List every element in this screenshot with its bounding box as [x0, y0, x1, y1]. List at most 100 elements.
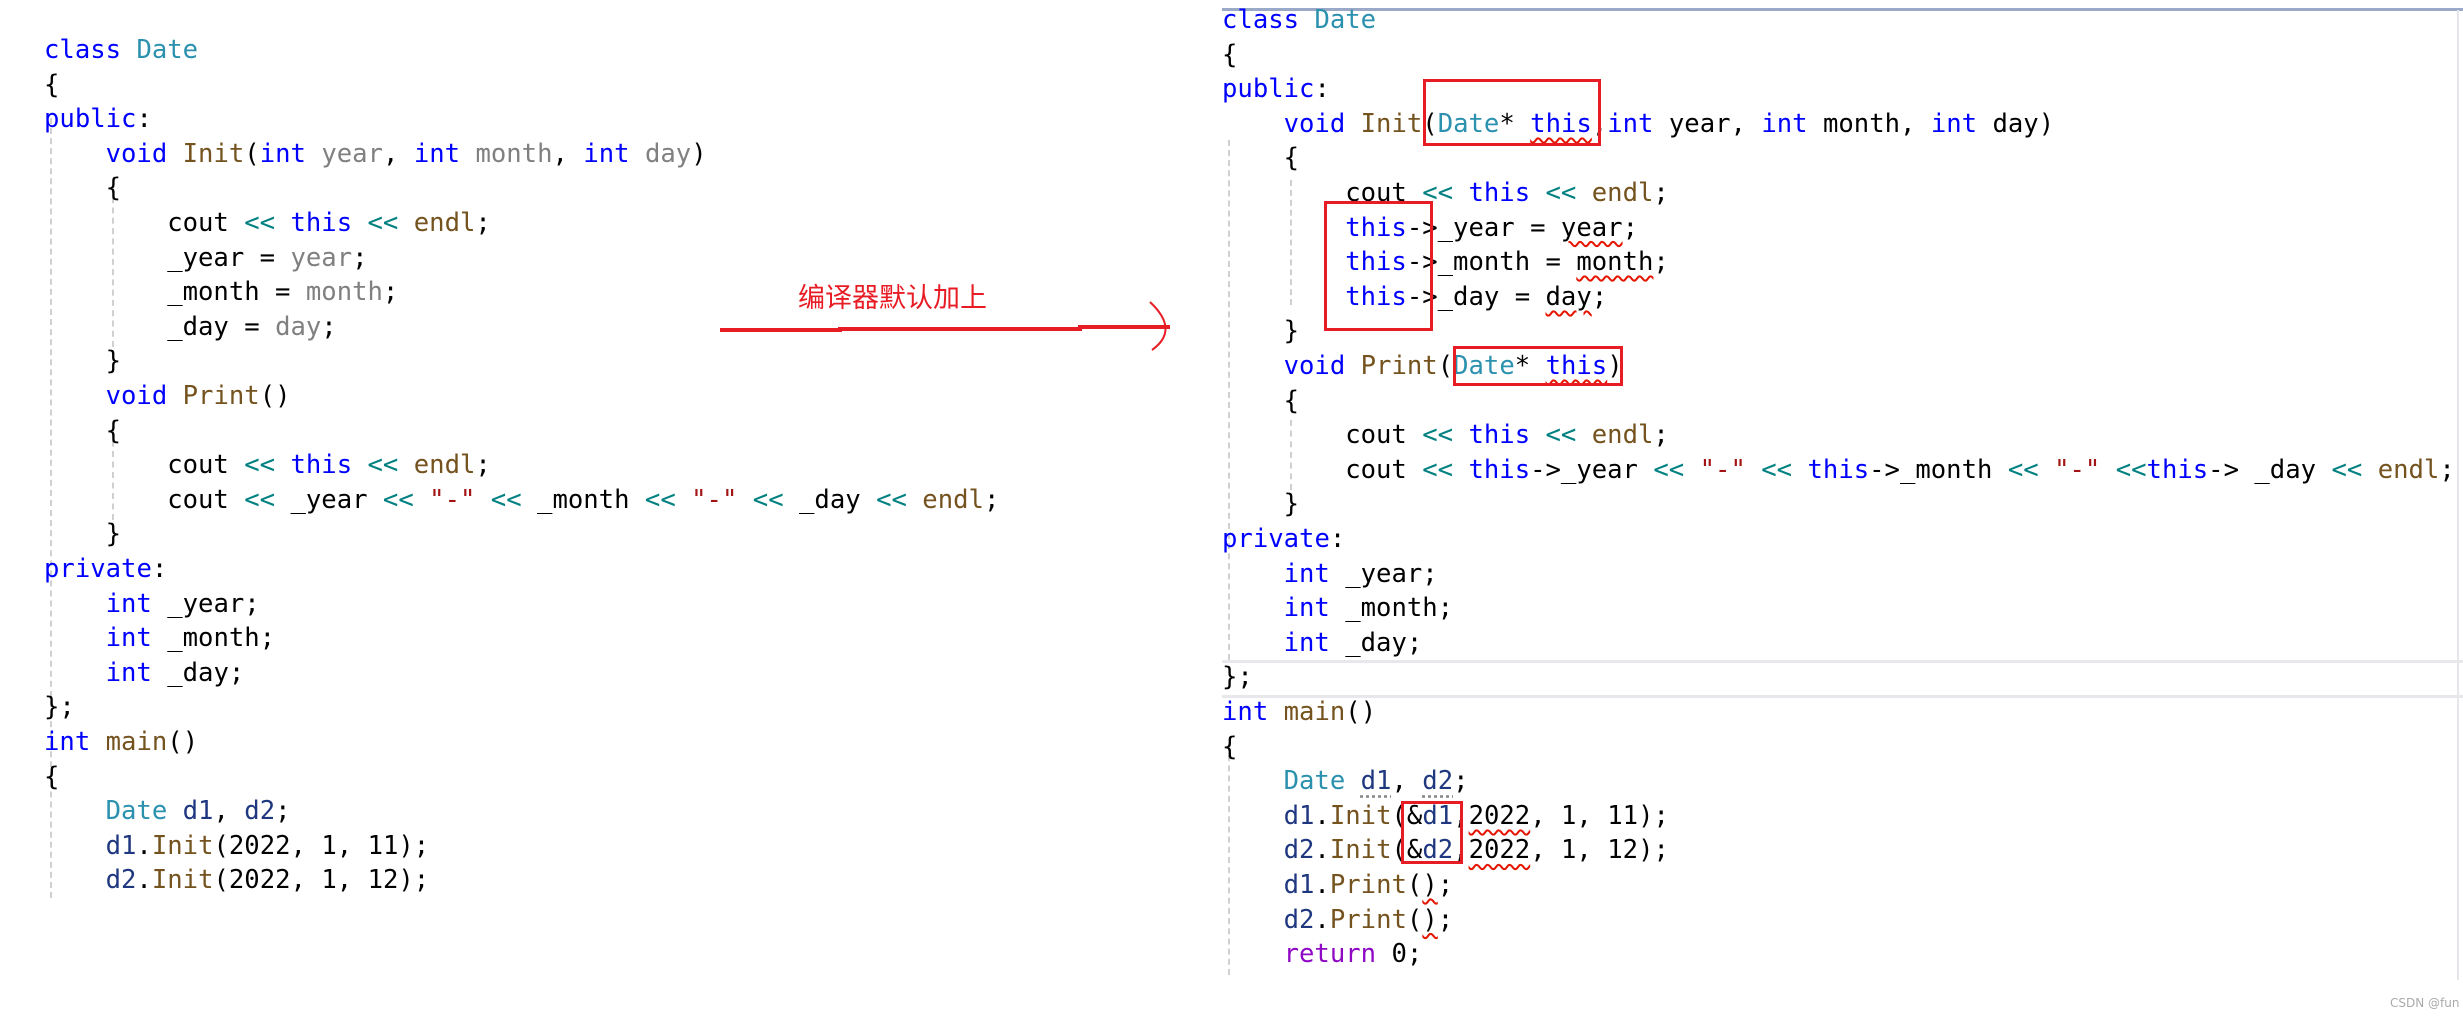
code-token: _year; — [167, 588, 260, 619]
code-token: endl — [922, 484, 984, 515]
code-line: { — [1222, 730, 1237, 765]
code-token: << — [244, 450, 291, 481]
code-token: int — [1607, 108, 1669, 139]
code-line: class Date — [1222, 3, 1376, 38]
code-line: } — [1284, 487, 1299, 522]
code-token: }; — [1222, 662, 1253, 693]
code-token: "-" — [429, 484, 491, 515]
code-token: _month; — [167, 623, 276, 654]
indent-guide — [1228, 745, 1230, 975]
code-token: << — [1545, 420, 1592, 451]
code-token: _year — [290, 484, 383, 515]
code-line: private: — [1222, 522, 1345, 557]
code-token: int — [1283, 627, 1346, 658]
code-token: : — [151, 554, 168, 584]
code-line: } — [106, 517, 121, 552]
code-line: cout << this << endl; — [167, 448, 491, 483]
code-token: } — [1283, 489, 1300, 520]
compiled-code-panel: class Date{public: void Init(Date* this,i… — [1216, 0, 2463, 1020]
code-token: (2022, 1, 11); — [213, 830, 430, 861]
code-token: { — [1222, 39, 1238, 70]
code-token: << — [1422, 454, 1469, 485]
code-token: { — [1283, 385, 1300, 416]
editor-top-border — [1222, 8, 2463, 11]
code-token: , 1, 12); — [1530, 835, 1669, 866]
code-token: ( — [1437, 351, 1454, 381]
code-token: ->_month — [1869, 454, 2008, 485]
code-token: public — [1222, 74, 1315, 105]
code-line: void Init(Date* this,int year, int month… — [1284, 107, 2055, 142]
code-token: << — [382, 484, 430, 515]
code-token: day) — [1992, 108, 2055, 139]
code-token: } — [105, 519, 122, 550]
code-token: void — [1283, 351, 1361, 381]
code-token: private — [44, 554, 152, 584]
code-line: }; — [44, 690, 75, 725]
highlight-box-init-this — [1423, 79, 1601, 146]
code-token: Date — [1283, 766, 1361, 797]
code-token: ->_year — [1530, 454, 1654, 485]
code-token: int — [44, 727, 106, 757]
code-token: Print — [1360, 351, 1438, 381]
code-line: public: — [1222, 72, 1330, 107]
code-line: d1.Print(); — [1284, 868, 1454, 903]
code-token: () — [1345, 697, 1377, 727]
code-token: endl — [1591, 420, 1654, 451]
code-token: ) — [1422, 870, 1438, 900]
code-line: int _month; — [106, 621, 276, 656]
code-token: _day; — [167, 657, 245, 688]
code-token: int — [1283, 593, 1346, 624]
code-line: { — [106, 414, 121, 449]
code-token: d1 — [1283, 800, 1315, 831]
code-token: Date — [1314, 5, 1377, 35]
code-token: endl — [2377, 454, 2440, 485]
code-token: ; — [275, 796, 291, 827]
code-token: << — [644, 484, 692, 515]
highlight-box-print-this — [1453, 346, 1623, 386]
code-token: << — [490, 484, 538, 515]
code-token: << — [1545, 178, 1592, 208]
code-token: ) — [1422, 904, 1438, 935]
code-line: cout << this << endl; — [1345, 418, 1669, 453]
code-token: () — [167, 727, 199, 757]
indent-guide — [1290, 420, 1292, 490]
code-token: << — [1761, 454, 1808, 485]
arrow-right-icon — [720, 301, 1170, 351]
code-token: d2 — [1283, 904, 1315, 935]
code-token: int — [105, 657, 168, 688]
code-token: "-" — [2054, 454, 2116, 485]
code-token: 0; — [1391, 939, 1423, 970]
code-token: int — [1222, 697, 1284, 727]
code-token: main — [105, 727, 168, 757]
code-line: Date d1, d2; — [1284, 764, 1469, 799]
code-token: int — [105, 623, 168, 654]
current-line-highlight — [1222, 660, 2463, 698]
code-line: }; — [1222, 660, 1253, 695]
code-token: _month; — [1345, 593, 1454, 624]
code-token: << — [1653, 454, 1700, 485]
code-token: d1 — [182, 796, 214, 827]
code-token: ; — [1653, 178, 1669, 208]
code-line: { — [44, 760, 59, 795]
code-token: this — [1468, 454, 1531, 485]
code-token: this — [1468, 178, 1546, 208]
code-token: Init — [1360, 108, 1423, 139]
code-token: d2 — [244, 796, 276, 827]
code-token: class — [1222, 5, 1315, 35]
code-token: Date — [105, 796, 183, 827]
code-token: << — [1422, 420, 1469, 451]
code-token: << — [367, 450, 414, 481]
code-token: ; — [1437, 904, 1454, 935]
code-line: int _day; — [1284, 626, 1423, 661]
code-token: int — [1930, 108, 1993, 139]
indent-guide — [1228, 140, 1230, 660]
code-token: -> _day — [2208, 454, 2332, 485]
code-token: this — [1468, 420, 1546, 451]
code-token: << — [2115, 454, 2147, 485]
code-token: d2 — [1283, 835, 1315, 866]
code-token: 2022 — [1468, 835, 1531, 866]
code-token: (2022, 1, 12); — [213, 865, 430, 896]
code-token: ; — [475, 450, 491, 481]
code-token: Init — [151, 830, 214, 861]
code-token: day — [1545, 281, 1592, 312]
